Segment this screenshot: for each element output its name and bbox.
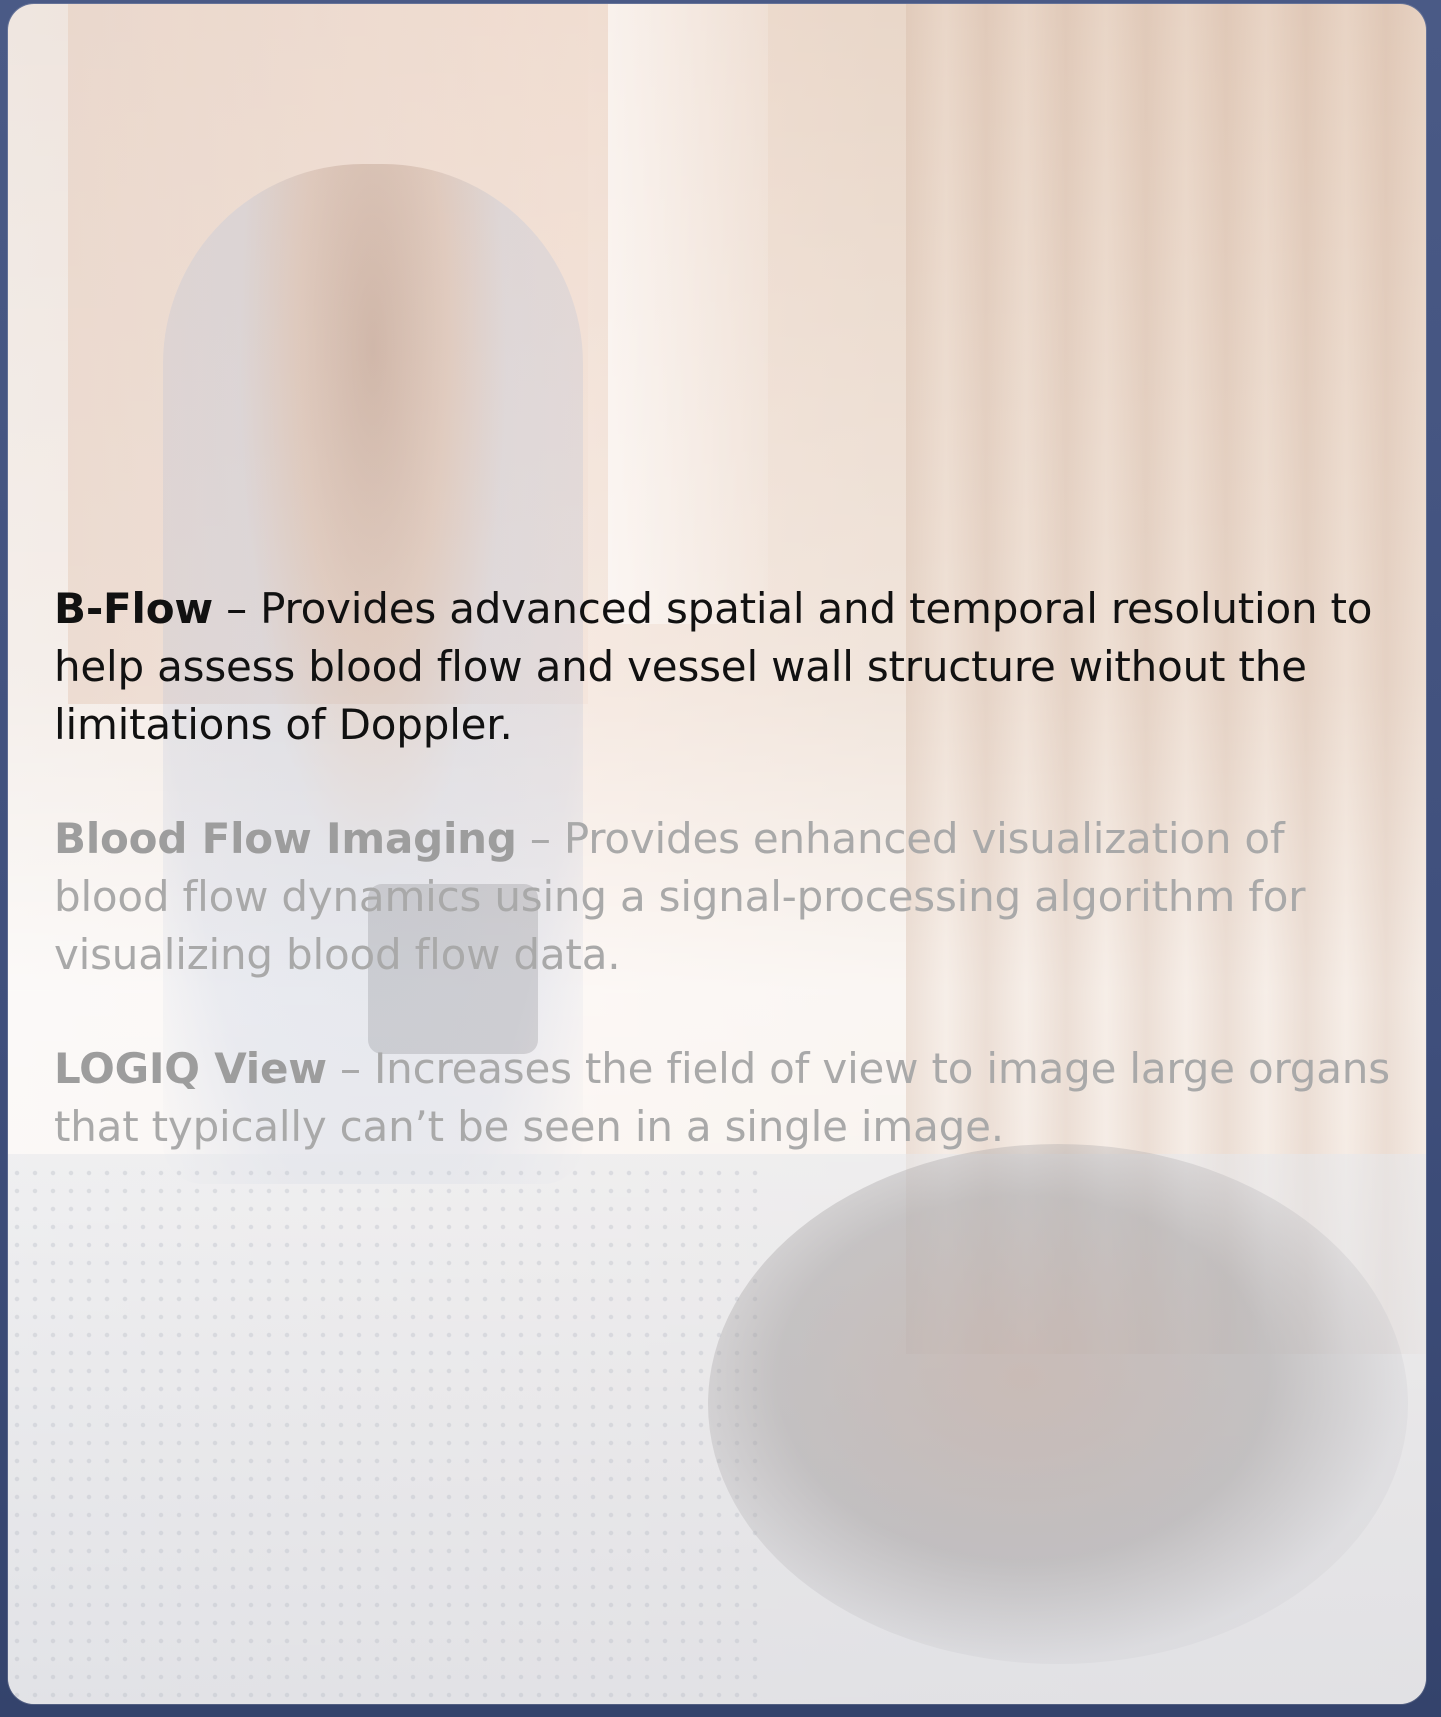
feature-card: B-Flow – Provides advanced spatial and t… <box>8 4 1426 1704</box>
background-patient <box>708 1144 1408 1664</box>
feature-term: LOGIQ View <box>54 1044 327 1093</box>
feature-description: – Provides advanced spatial and temporal… <box>54 584 1373 749</box>
background-door-frame <box>608 4 768 624</box>
background-patient-gown <box>8 1164 768 1704</box>
feature-term: Blood Flow Imaging <box>54 814 517 863</box>
feature-term: B-Flow <box>54 584 213 633</box>
feature-item-b-flow: B-Flow – Provides advanced spatial and t… <box>54 580 1394 754</box>
feature-list: B-Flow – Provides advanced spatial and t… <box>54 580 1394 1212</box>
feature-item-logiq-view: LOGIQ View – Increases the field of view… <box>54 1040 1394 1156</box>
feature-item-blood-flow-imaging: Blood Flow Imaging – Provides enhanced v… <box>54 810 1394 984</box>
